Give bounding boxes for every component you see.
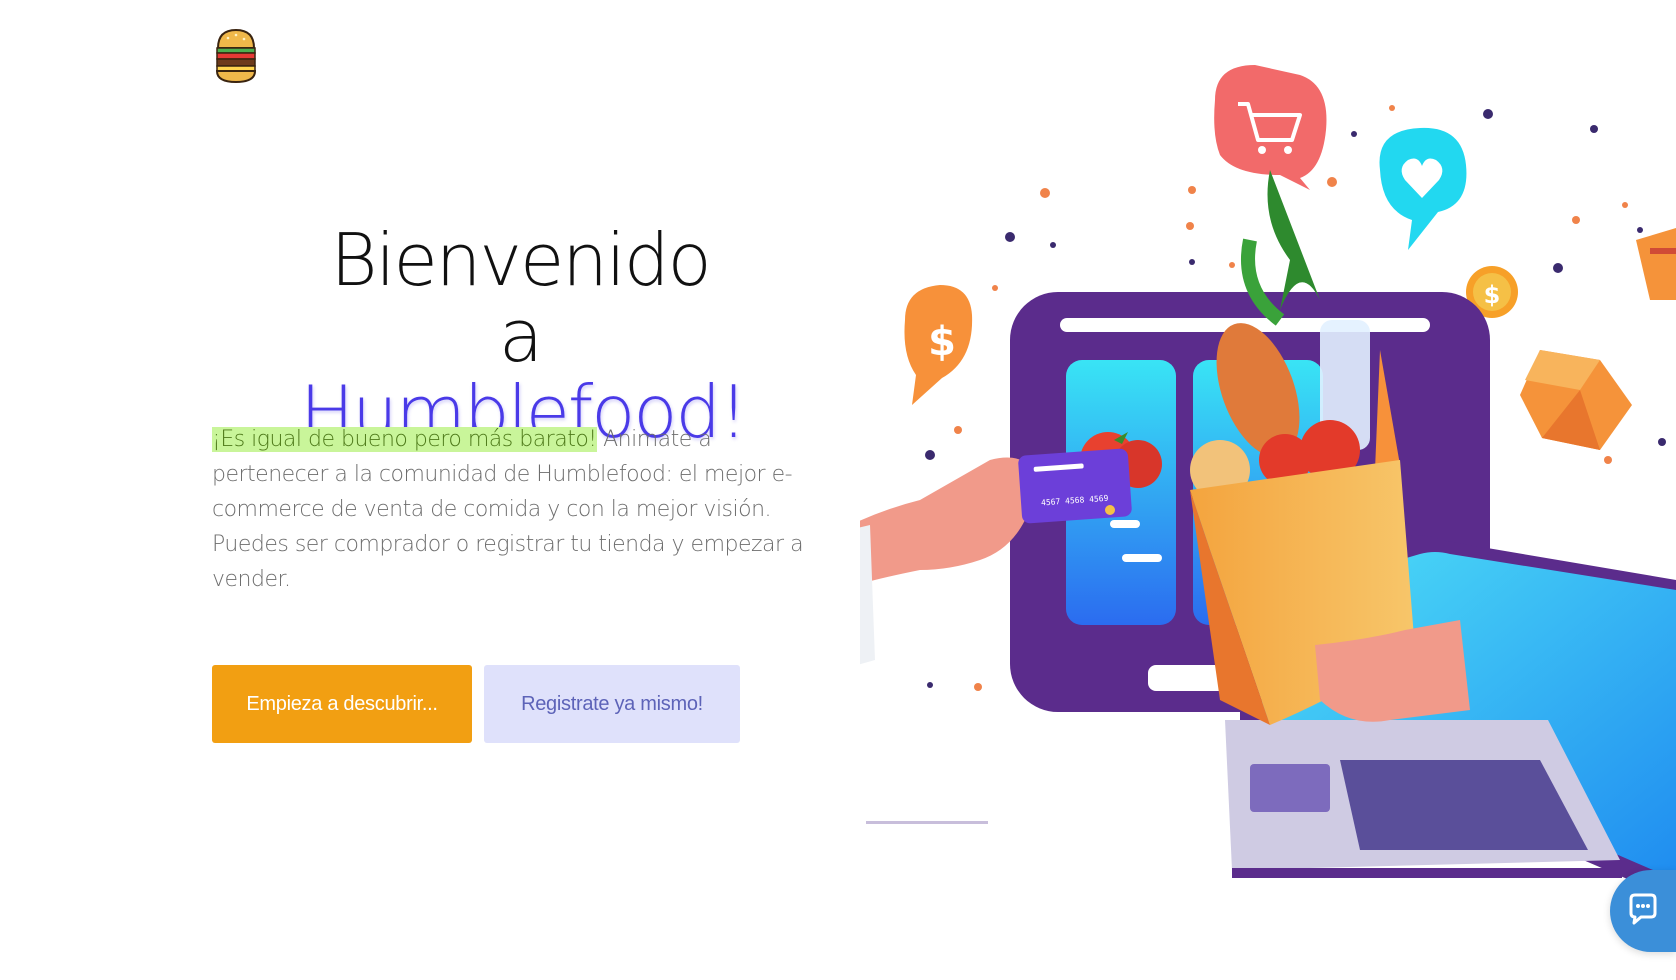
svg-text:$: $	[1484, 281, 1501, 309]
box-icon	[1520, 350, 1632, 450]
gift-box-icon	[1636, 228, 1676, 300]
hero-illustration: $ $ 4567 4568 4569	[840, 60, 1676, 900]
register-button[interactable]: Registrate ya mismo!	[484, 665, 740, 743]
page-title: Bienvenido a Humblefood!	[300, 218, 748, 450]
chat-bubble-icon	[1625, 891, 1661, 931]
dollar-bubble-icon: $	[904, 285, 973, 405]
title-line-welcome: Bienvenido a	[330, 218, 711, 378]
heart-bubble-icon	[1379, 127, 1467, 250]
highlight-tagline: ¡Es igual de bueno pero más barato!	[212, 427, 597, 452]
svg-text:$: $	[928, 319, 956, 365]
landing-page: Bienvenido a Humblefood! ¡Es igual de bu…	[0, 0, 1676, 980]
discover-button[interactable]: Empieza a descubrir...	[212, 665, 472, 743]
burger-logo-icon[interactable]	[214, 26, 258, 86]
chat-support-button[interactable]	[1610, 870, 1676, 952]
hero-description: ¡Es igual de bueno pero más barato! Anim…	[212, 422, 812, 597]
